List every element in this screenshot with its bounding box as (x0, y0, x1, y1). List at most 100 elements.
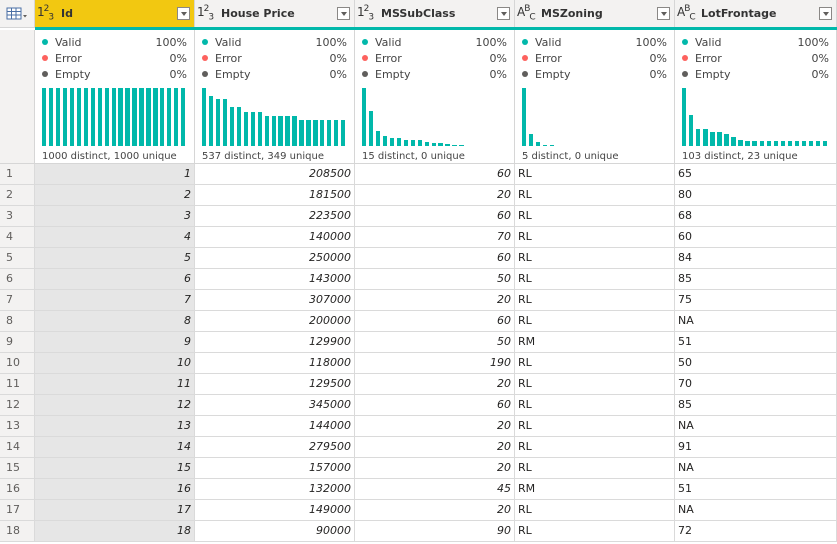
histogram-bar[interactable] (132, 88, 137, 146)
histogram-bar[interactable] (759, 140, 764, 146)
whole-number-icon[interactable]: 123 (197, 4, 219, 22)
cell-mszoning[interactable]: RL (515, 521, 675, 541)
histogram-bar[interactable] (299, 120, 304, 146)
cell-house-price[interactable]: 144000 (195, 416, 355, 436)
histogram-bar[interactable] (801, 141, 807, 146)
cell-house-price[interactable]: 129500 (195, 374, 355, 394)
cell-mssubclass[interactable]: 20 (355, 374, 515, 394)
histogram-bar[interactable] (745, 140, 750, 146)
row-number[interactable]: 17 (0, 500, 35, 520)
cell-id[interactable]: 13 (35, 416, 195, 436)
histogram-bar[interactable] (396, 138, 402, 146)
histogram-bar[interactable] (724, 134, 729, 146)
cell-mszoning[interactable]: RL (515, 290, 675, 310)
histogram-bar[interactable] (222, 99, 228, 146)
cell-id[interactable]: 12 (35, 395, 195, 415)
histogram-bar[interactable] (341, 120, 346, 146)
histogram-bar[interactable] (780, 140, 786, 146)
histogram-bar[interactable] (208, 95, 214, 146)
histogram-bar[interactable] (62, 88, 68, 146)
whole-number-icon[interactable]: 123 (37, 4, 59, 22)
histogram-bar[interactable] (403, 139, 408, 146)
cell-lotfrontage[interactable]: NA (675, 416, 837, 436)
cell-house-price[interactable]: 157000 (195, 458, 355, 478)
cell-mszoning[interactable]: RL (515, 395, 675, 415)
cell-house-price[interactable]: 118000 (195, 353, 355, 373)
cell-lotfrontage[interactable]: 65 (675, 164, 837, 184)
histogram-bar[interactable] (111, 88, 116, 146)
cell-lotfrontage[interactable]: 68 (675, 206, 837, 226)
histogram-bar[interactable] (368, 110, 374, 146)
histogram-bar[interactable] (264, 116, 269, 146)
row-number[interactable]: 2 (0, 185, 35, 205)
cell-id[interactable]: 16 (35, 479, 195, 499)
histogram-bar[interactable] (787, 140, 793, 146)
cell-mszoning[interactable]: RL (515, 437, 675, 457)
cell-mszoning[interactable]: RL (515, 185, 675, 205)
cell-house-price[interactable]: 129900 (195, 332, 355, 352)
cell-house-price[interactable]: 345000 (195, 395, 355, 415)
cell-id[interactable]: 6 (35, 269, 195, 289)
cell-mszoning[interactable]: RM (515, 479, 675, 499)
histogram-bar[interactable] (83, 88, 88, 146)
row-number[interactable]: 13 (0, 416, 35, 436)
cell-lotfrontage[interactable]: NA (675, 311, 837, 331)
cell-mssubclass[interactable]: 60 (355, 311, 515, 331)
cell-mszoning[interactable]: RL (515, 500, 675, 520)
cell-mszoning[interactable]: RL (515, 416, 675, 436)
histogram-bar[interactable] (822, 141, 828, 146)
histogram-bar[interactable] (313, 120, 318, 146)
cell-id[interactable]: 5 (35, 248, 195, 268)
cell-lotfrontage[interactable]: 51 (675, 332, 837, 352)
histogram-bar[interactable] (181, 88, 186, 146)
cell-lotfrontage[interactable]: NA (675, 458, 837, 478)
histogram-bar[interactable] (696, 128, 701, 146)
cell-mssubclass[interactable]: 90 (355, 521, 515, 541)
column-name[interactable]: LotFrontage (699, 7, 819, 20)
histogram-bar[interactable] (752, 140, 757, 146)
cell-lotfrontage[interactable]: 72 (675, 521, 837, 541)
value-distribution-histogram[interactable] (42, 86, 187, 146)
text-type-icon[interactable]: ABC (677, 4, 699, 22)
text-type-icon[interactable]: ABC (517, 4, 539, 22)
histogram-bar[interactable] (815, 141, 821, 146)
histogram-bar[interactable] (452, 144, 457, 146)
column-name[interactable]: MSSubClass (379, 7, 497, 20)
histogram-bar[interactable] (528, 134, 534, 146)
histogram-bar[interactable] (689, 115, 694, 146)
row-number[interactable]: 6 (0, 269, 35, 289)
histogram-bar[interactable] (153, 88, 158, 146)
histogram-bar[interactable] (118, 88, 123, 146)
cell-id[interactable]: 17 (35, 500, 195, 520)
row-number[interactable]: 14 (0, 437, 35, 457)
row-number[interactable]: 8 (0, 311, 35, 331)
histogram-bar[interactable] (731, 137, 736, 146)
value-distribution-histogram[interactable] (522, 86, 667, 146)
cell-mssubclass[interactable]: 190 (355, 353, 515, 373)
row-number[interactable]: 7 (0, 290, 35, 310)
cell-house-price[interactable]: 208500 (195, 164, 355, 184)
cell-house-price[interactable]: 279500 (195, 437, 355, 457)
column-header-mszoning[interactable]: ABC MSZoning (515, 0, 675, 27)
histogram-bar[interactable] (250, 112, 255, 146)
column-filter-dropdown-icon[interactable] (497, 7, 510, 20)
cell-mszoning[interactable]: RL (515, 374, 675, 394)
histogram-bar[interactable] (424, 141, 429, 146)
histogram-bar[interactable] (389, 138, 395, 146)
histogram-bar[interactable] (738, 140, 743, 146)
histogram-bar[interactable] (375, 130, 381, 146)
cell-mssubclass[interactable]: 70 (355, 227, 515, 247)
cell-house-price[interactable]: 181500 (195, 185, 355, 205)
cell-house-price[interactable]: 140000 (195, 227, 355, 247)
cell-mssubclass[interactable]: 20 (355, 500, 515, 520)
cell-lotfrontage[interactable]: 70 (675, 374, 837, 394)
row-number[interactable]: 9 (0, 332, 35, 352)
cell-lotfrontage[interactable]: 85 (675, 395, 837, 415)
cell-mssubclass[interactable]: 50 (355, 332, 515, 352)
value-distribution-histogram[interactable] (202, 86, 347, 146)
cell-mszoning[interactable]: RL (515, 248, 675, 268)
cell-lotfrontage[interactable]: 84 (675, 248, 837, 268)
column-header-lotfrontage[interactable]: ABC LotFrontage (675, 0, 837, 27)
histogram-bar[interactable] (90, 88, 95, 146)
cell-lotfrontage[interactable]: 50 (675, 353, 837, 373)
